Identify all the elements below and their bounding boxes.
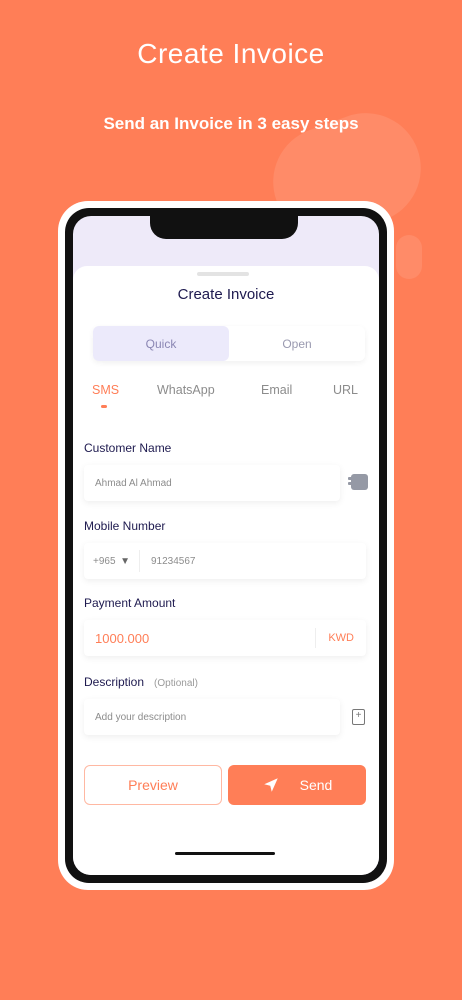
preview-button[interactable]: Preview [84,765,222,805]
phone-screen: Create Invoice Quick Open SMS WhatsApp E… [73,216,379,875]
document-add-icon[interactable]: + [352,709,365,725]
channel-tabs: SMS WhatsApp Email URL [73,383,379,413]
optional-hint: (Optional) [154,678,198,689]
tab-sms[interactable]: SMS [92,383,119,397]
phone-notch [150,216,298,239]
description-placeholder: Add your description [95,711,187,723]
create-invoice-sheet: Create Invoice Quick Open SMS WhatsApp E… [73,266,379,875]
segment-open[interactable]: Open [229,326,365,361]
customer-name-input[interactable]: Ahmad Al Ahmad [84,465,340,501]
currency-label: KWD [315,628,366,648]
tab-url[interactable]: URL [333,383,358,397]
sheet-grabber[interactable] [197,272,249,276]
customer-name-label: Customer Name [84,441,172,455]
tab-email[interactable]: Email [261,383,292,397]
sheet-title: Create Invoice [177,286,275,303]
send-button-label: Send [299,777,333,793]
tab-sms-indicator [101,405,107,408]
phone-bezel: Create Invoice Quick Open SMS WhatsApp E… [65,208,387,883]
contact-book-icon[interactable] [348,474,368,490]
invoice-type-segmented-control: Quick Open [93,326,365,361]
home-indicator[interactable] [175,852,275,855]
payment-amount-input[interactable]: 1000.000 [84,631,315,646]
paper-plane-icon [263,778,278,792]
country-code-select[interactable]: +965 ▼ [84,550,140,572]
phone-frame: Create Invoice Quick Open SMS WhatsApp E… [58,201,394,890]
description-label: Description (Optional) [84,675,198,689]
country-code-value: +965 [93,555,116,567]
send-button[interactable]: Send [228,765,366,805]
mobile-number-label: Mobile Number [84,519,166,533]
segment-quick[interactable]: Quick [93,326,229,361]
promo-headline: Create Invoice [137,38,325,69]
tab-whatsapp[interactable]: WhatsApp [157,383,215,397]
payment-amount-label: Payment Amount [84,596,176,610]
payment-amount-field: 1000.000 KWD [84,620,366,656]
promo-subheadline: Send an Invoice in 3 easy steps [103,114,359,133]
background-blob-small [396,235,422,279]
customer-name-placeholder: Ahmad Al Ahmad [95,477,172,489]
mobile-number-input[interactable]: 91234567 [140,556,196,567]
mobile-number-field: +965 ▼ 91234567 [84,543,366,579]
description-label-text: Description [84,675,145,689]
description-input[interactable]: Add your description [84,699,340,735]
caret-down-icon: ▼ [120,555,130,567]
